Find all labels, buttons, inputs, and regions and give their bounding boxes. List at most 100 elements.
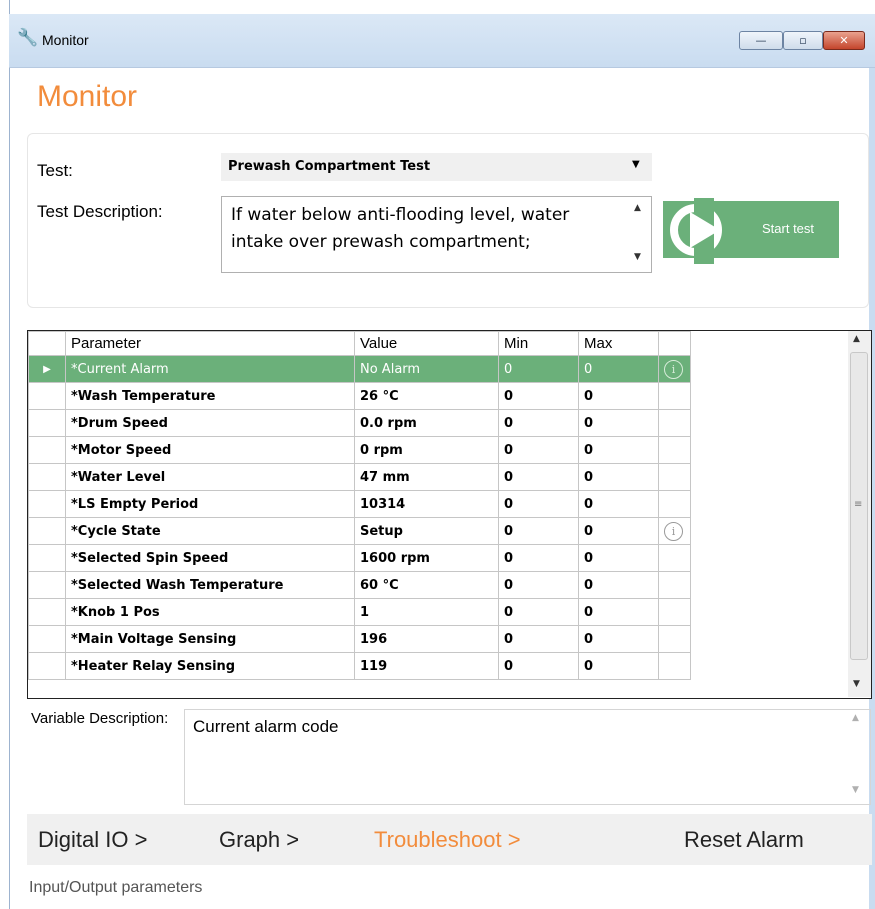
cell-info: i <box>658 517 691 545</box>
row-selector-header <box>28 331 66 356</box>
row-selector[interactable] <box>28 652 66 680</box>
cell-min[interactable]: 0 <box>498 463 579 491</box>
info-icon[interactable]: i <box>664 521 683 541</box>
nav-digital-io[interactable]: Digital IO > <box>38 827 147 853</box>
cell-parameter[interactable]: *LS Empty Period <box>65 490 355 518</box>
nav-graph[interactable]: Graph > <box>219 827 299 853</box>
start-test-label[interactable]: Start test <box>762 221 814 236</box>
cell-value[interactable]: 26 °C <box>354 382 499 410</box>
row-selector[interactable] <box>28 598 66 626</box>
scroll-down-icon[interactable]: ▼ <box>853 679 860 689</box>
cell-value[interactable]: 47 mm <box>354 463 499 491</box>
cell-value[interactable]: 119 <box>354 652 499 680</box>
cell-value[interactable]: 1 <box>354 598 499 626</box>
scroll-up-icon[interactable]: ▲ <box>634 203 641 213</box>
column-header-max[interactable]: Max <box>578 331 659 356</box>
cell-max[interactable]: 0 <box>578 409 659 437</box>
maximize-button[interactable]: ▫ <box>783 31 823 50</box>
table-row[interactable]: *Heater Relay Sensing 119 0 0 <box>28 652 691 680</box>
cell-max[interactable]: 0 <box>578 463 659 491</box>
scroll-down-icon[interactable]: ▼ <box>634 252 641 262</box>
cell-max[interactable]: 0 <box>578 436 659 464</box>
cell-max[interactable]: 0 <box>578 598 659 626</box>
minimize-button[interactable]: — <box>739 31 783 50</box>
cell-parameter[interactable]: *Selected Spin Speed <box>65 544 355 572</box>
cell-max[interactable]: 0 <box>578 625 659 653</box>
cell-parameter[interactable]: *Main Voltage Sensing <box>65 625 355 653</box>
table-row[interactable]: *Drum Speed 0.0 rpm 0 0 <box>28 409 691 437</box>
cell-parameter[interactable]: *Wash Temperature <box>65 382 355 410</box>
nav-troubleshoot[interactable]: Troubleshoot > <box>374 827 521 853</box>
table-row[interactable]: *Knob 1 Pos 1 0 0 <box>28 598 691 626</box>
row-selector[interactable] <box>28 490 66 518</box>
row-selector[interactable] <box>28 544 66 572</box>
cell-min[interactable]: 0 <box>498 625 579 653</box>
table-row[interactable]: *Motor Speed 0 rpm 0 0 <box>28 436 691 464</box>
cell-min[interactable]: 0 <box>498 490 579 518</box>
row-selector[interactable] <box>28 625 66 653</box>
cell-max[interactable]: 0 <box>578 571 659 599</box>
row-selector[interactable] <box>28 517 66 545</box>
cell-value[interactable]: 196 <box>354 625 499 653</box>
cell-value[interactable]: 1600 rpm <box>354 544 499 572</box>
cell-parameter[interactable]: *Cycle State <box>65 517 355 545</box>
cell-min[interactable]: 0 <box>498 409 579 437</box>
reset-alarm-button[interactable]: Reset Alarm <box>684 827 804 853</box>
cell-value[interactable]: No Alarm <box>354 355 499 383</box>
cell-max[interactable]: 0 <box>578 544 659 572</box>
cell-parameter[interactable]: *Current Alarm <box>65 355 355 383</box>
table-row[interactable]: ▶ *Current Alarm No Alarm 0 0 i <box>28 355 691 383</box>
cell-min[interactable]: 0 <box>498 652 579 680</box>
cell-min[interactable]: 0 <box>498 382 579 410</box>
chevron-down-icon[interactable]: ▼ <box>632 159 640 170</box>
cell-min[interactable]: 0 <box>498 436 579 464</box>
cell-info <box>658 490 691 518</box>
cell-min[interactable]: 0 <box>498 355 579 383</box>
table-row[interactable]: *Wash Temperature 26 °C 0 0 <box>28 382 691 410</box>
cell-value[interactable]: Setup <box>354 517 499 545</box>
cell-max[interactable]: 0 <box>578 382 659 410</box>
row-selector[interactable] <box>28 463 66 491</box>
table-row[interactable]: *Main Voltage Sensing 196 0 0 <box>28 625 691 653</box>
cell-parameter[interactable]: *Motor Speed <box>65 436 355 464</box>
variable-description-label: Variable Description: <box>31 710 169 727</box>
cell-parameter[interactable]: *Selected Wash Temperature <box>65 571 355 599</box>
cell-min[interactable]: 0 <box>498 571 579 599</box>
cell-max[interactable]: 0 <box>578 652 659 680</box>
column-header-min[interactable]: Min <box>498 331 579 356</box>
cell-parameter[interactable]: *Water Level <box>65 463 355 491</box>
cell-value[interactable]: 0.0 rpm <box>354 409 499 437</box>
row-selector[interactable] <box>28 571 66 599</box>
cell-min[interactable]: 0 <box>498 517 579 545</box>
cell-parameter[interactable]: *Knob 1 Pos <box>65 598 355 626</box>
cell-max[interactable]: 0 <box>578 490 659 518</box>
table-row[interactable]: *Selected Spin Speed 1600 rpm 0 0 <box>28 544 691 572</box>
info-icon[interactable]: i <box>664 359 683 379</box>
cell-value[interactable]: 60 °C <box>354 571 499 599</box>
column-header-value[interactable]: Value <box>354 331 499 356</box>
table-row[interactable]: *Cycle State Setup 0 0 i <box>28 517 691 545</box>
cell-parameter[interactable]: *Drum Speed <box>65 409 355 437</box>
scroll-up-icon[interactable]: ▲ <box>853 334 860 344</box>
row-selector[interactable] <box>28 409 66 437</box>
cell-min[interactable]: 0 <box>498 544 579 572</box>
test-dropdown-value[interactable]: Prewash Compartment Test <box>228 159 430 174</box>
table-row[interactable]: *Selected Wash Temperature 60 °C 0 0 <box>28 571 691 599</box>
parameter-table: Parameter Value Min Max ▶ *Current Alarm N… <box>28 331 691 680</box>
table-row[interactable]: *Water Level 47 mm 0 0 <box>28 463 691 491</box>
cell-value[interactable]: 10314 <box>354 490 499 518</box>
cell-value[interactable]: 0 rpm <box>354 436 499 464</box>
cell-max[interactable]: 0 <box>578 355 659 383</box>
close-button[interactable]: ✕ <box>823 31 865 50</box>
grip-icon[interactable]: ≡ <box>854 499 862 510</box>
row-selector[interactable]: ▶ <box>28 355 66 383</box>
row-selector[interactable] <box>28 436 66 464</box>
scroll-down-icon[interactable]: ▼ <box>852 785 859 795</box>
column-header-parameter[interactable]: Parameter <box>65 331 355 356</box>
cell-parameter[interactable]: *Heater Relay Sensing <box>65 652 355 680</box>
scroll-up-icon[interactable]: ▲ <box>852 713 859 723</box>
cell-min[interactable]: 0 <box>498 598 579 626</box>
row-selector[interactable] <box>28 382 66 410</box>
table-row[interactable]: *LS Empty Period 10314 0 0 <box>28 490 691 518</box>
cell-max[interactable]: 0 <box>578 517 659 545</box>
